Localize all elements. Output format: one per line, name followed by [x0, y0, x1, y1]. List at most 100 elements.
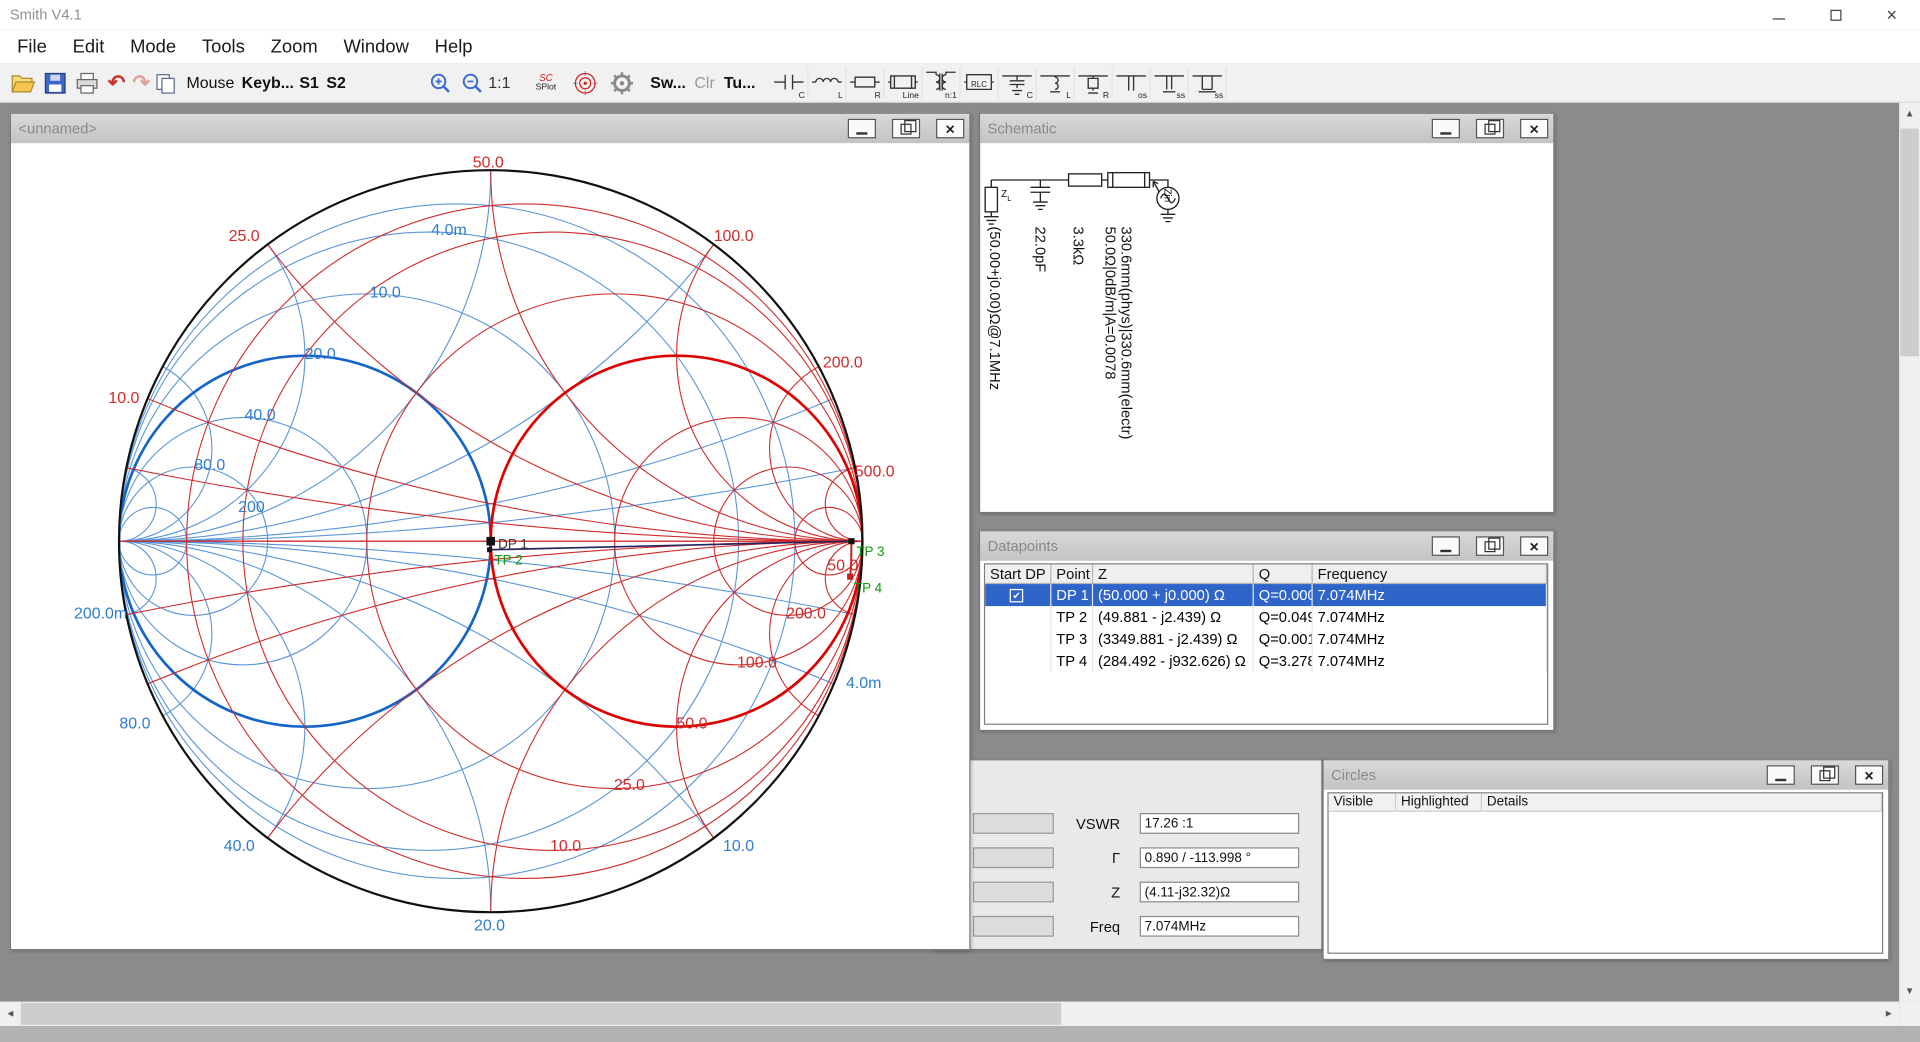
s2-button[interactable]: S2	[326, 64, 346, 103]
horizontal-scrollbar[interactable]: ◄ ►	[0, 1002, 1899, 1026]
chart-window-titlebar[interactable]: <unnamed> ×	[11, 114, 969, 143]
circles-tool-button[interactable]	[569, 67, 601, 99]
column-header-start-dp[interactable]: Start DP	[985, 564, 1051, 582]
z-value-field[interactable]: (4.11-j32.32)Ω	[1140, 882, 1299, 903]
zoom-ratio-button[interactable]: 1:1	[488, 64, 510, 103]
scroll-right-button[interactable]: ►	[1878, 1002, 1899, 1026]
circles-minimize-button[interactable]	[1767, 765, 1795, 785]
bottom-strip	[0, 1026, 1920, 1042]
schematic-diagram[interactable]: Z L Zin	[980, 143, 1553, 241]
column-header-point[interactable]: Point	[1051, 564, 1093, 582]
menu-help[interactable]: Help	[435, 36, 473, 57]
series-resistor-button[interactable]: R	[847, 67, 885, 99]
capacitor-value-label: 22.0pF	[1032, 227, 1049, 273]
sweep-button[interactable]: Sw...	[650, 64, 686, 103]
datapoint-row-tp-2[interactable]: TP 2(49.881 - j2.439) ΩQ=0.0497.074MHz	[985, 606, 1547, 628]
settings-gear-button[interactable]	[606, 67, 638, 99]
column-header-details[interactable]: Details	[1482, 793, 1882, 810]
minimize-icon	[1775, 779, 1786, 781]
gamma-value-field[interactable]: 0.890 / -113.998 °	[1140, 847, 1299, 868]
schematic-minimize-button[interactable]	[1432, 119, 1460, 139]
zoom-out-button[interactable]	[456, 67, 488, 99]
menu-mode[interactable]: Mode	[130, 36, 176, 57]
column-header-z[interactable]: Z	[1093, 564, 1254, 582]
schematic-close-button[interactable]: ×	[1520, 119, 1548, 139]
chart-window-close-button[interactable]: ×	[936, 119, 964, 139]
datapoints-maximize-button[interactable]	[1476, 536, 1504, 556]
chart-window-minimize-button[interactable]	[848, 119, 876, 139]
trace-point-tp-2[interactable]	[487, 547, 492, 552]
chart-window-maximize-button[interactable]	[892, 119, 920, 139]
keyboard-button[interactable]: Keyb...	[242, 64, 294, 103]
scroll-down-button[interactable]: ▼	[1899, 981, 1920, 1002]
trace-point-tp-3[interactable]	[848, 538, 854, 544]
open-stub-button[interactable]: os	[1113, 67, 1151, 99]
datapoint-row-tp-4[interactable]: TP 4(284.492 - j932.626) ΩQ=3.2787.074MH…	[985, 650, 1547, 672]
print-button[interactable]	[71, 67, 103, 99]
save-button[interactable]	[39, 67, 71, 99]
menu-zoom[interactable]: Zoom	[271, 36, 318, 57]
column-header-highlighted[interactable]: Highlighted	[1396, 793, 1482, 810]
series-capacitor-button[interactable]: C	[770, 67, 808, 99]
rlc-network-button[interactable]: RLC	[961, 67, 999, 99]
open-button[interactable]	[7, 67, 39, 99]
s1-button[interactable]: S1	[299, 64, 319, 103]
printer-icon	[75, 72, 100, 94]
tune-button[interactable]: Tu...	[724, 64, 756, 103]
shunt-inductor-button[interactable]: L	[1037, 67, 1075, 99]
datapoints-minimize-button[interactable]	[1432, 536, 1460, 556]
scroll-left-button[interactable]: ◄	[0, 1002, 21, 1026]
transformer-button[interactable]: n:1	[923, 67, 961, 99]
scroll-up-button[interactable]: ▲	[1899, 103, 1920, 124]
cell-c1	[985, 650, 1051, 672]
column-header-frequency[interactable]: Frequency	[1313, 564, 1547, 582]
copy-button[interactable]	[150, 67, 182, 99]
cell-c2: DP 1	[1051, 584, 1093, 606]
menu-window[interactable]: Window	[343, 36, 408, 57]
freq-value-field[interactable]: 7.074MHz	[1140, 916, 1299, 937]
horizontal-scroll-thumb[interactable]	[21, 1003, 1061, 1025]
app-maximize-button[interactable]	[1807, 0, 1863, 29]
datapoints-close-button[interactable]: ×	[1520, 536, 1548, 556]
column-header-visible[interactable]: Visible	[1329, 793, 1396, 810]
circles-maximize-button[interactable]	[1811, 765, 1839, 785]
menu-edit[interactable]: Edit	[73, 36, 105, 57]
grid-value-label: 20.0	[305, 346, 336, 363]
vertical-scroll-thumb[interactable]	[1900, 129, 1918, 357]
trace-point-dp-1[interactable]	[486, 537, 495, 546]
column-header-q[interactable]: Q	[1254, 564, 1313, 582]
stub-network-button[interactable]: ss	[1189, 67, 1227, 99]
datapoint-row-dp-1[interactable]: ✔DP 1(50.000 + j0.000) ΩQ=0.0007.074MHz	[985, 584, 1547, 606]
circles-close-button[interactable]: ×	[1855, 765, 1883, 785]
grid-value-label: 50.0	[676, 716, 707, 733]
vswr-value-field[interactable]: 17.26 :1	[1140, 813, 1299, 834]
shunt-capacitor-button[interactable]: C	[999, 67, 1037, 99]
close-icon: ×	[946, 121, 955, 137]
cell-c1	[985, 606, 1051, 628]
series-inductor-button[interactable]: L	[808, 67, 846, 99]
schematic-window: Schematic ×	[979, 113, 1554, 513]
zoom-in-button[interactable]	[424, 67, 456, 99]
datapoint-row-tp-3[interactable]: TP 3(3349.881 - j2.439) ΩQ=0.0017.074MHz	[985, 628, 1547, 650]
grid-value-label: 4.0m	[846, 675, 881, 692]
schematic-window-titlebar[interactable]: Schematic ×	[980, 114, 1553, 143]
grid-value-label: 100.0	[737, 654, 777, 671]
app-close-button[interactable]: ×	[1864, 0, 1920, 29]
shorted-stub-button[interactable]: ss	[1151, 67, 1189, 99]
app-minimize-button[interactable]	[1751, 0, 1807, 29]
menu-tools[interactable]: Tools	[202, 36, 245, 57]
menu-file[interactable]: File	[17, 36, 47, 57]
vertical-scrollbar[interactable]: ▲ ▼	[1899, 103, 1920, 1002]
smith-chart[interactable]: DP 1TP 2TP 3TP 450.025.0100.010.0200.050…	[11, 143, 969, 949]
mouse-mode-button[interactable]: Mouse	[186, 64, 234, 103]
start-dp-checkbox[interactable]: ✔	[1010, 588, 1023, 601]
schematic-maximize-button[interactable]	[1476, 119, 1504, 139]
circles-list[interactable]: Visible Highlighted Details	[1327, 792, 1883, 954]
shunt-resistor-button[interactable]: R	[1075, 67, 1113, 99]
clear-button[interactable]: Clr	[694, 64, 714, 103]
sc-splot-button[interactable]: SC SPlot	[530, 67, 562, 99]
datapoints-window-titlebar[interactable]: Datapoints ×	[980, 531, 1553, 560]
circles-window-titlebar[interactable]: Circles ×	[1324, 760, 1888, 789]
datapoints-table[interactable]: Start DP Point Z Q Frequency ✔DP 1(50.00…	[984, 563, 1548, 725]
transmission-line-button[interactable]: Line	[885, 67, 923, 99]
